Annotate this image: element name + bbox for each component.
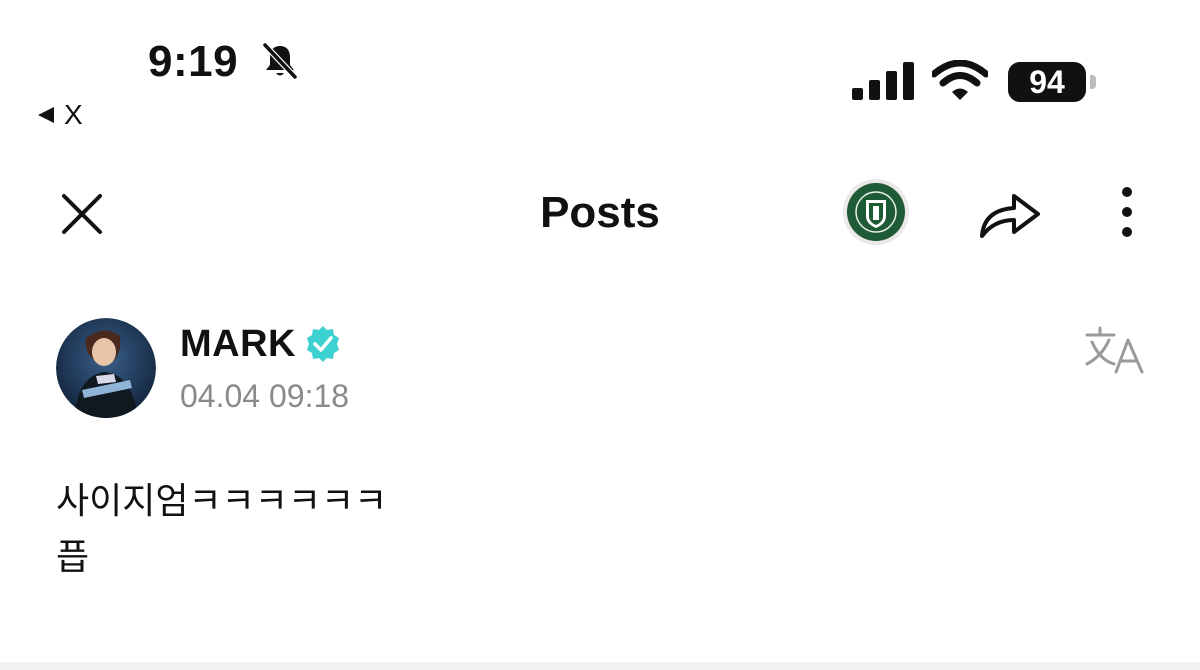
status-time: 9:19: [148, 37, 239, 86]
battery-indicator: 94: [1008, 62, 1096, 102]
translate-icon[interactable]: [1084, 326, 1146, 376]
back-triangle-icon: [38, 107, 54, 123]
back-to-app-button[interactable]: X: [38, 100, 83, 130]
share-icon[interactable]: [976, 184, 1044, 242]
author-name[interactable]: MARK: [180, 322, 296, 366]
back-app-label: X: [64, 99, 83, 130]
bell-slash-icon: [262, 42, 298, 80]
verified-badge-icon: [306, 326, 339, 362]
avatar[interactable]: [56, 318, 156, 418]
post-timestamp: 04.04 09:18: [180, 378, 350, 414]
wifi-icon: [932, 60, 988, 100]
post-body: 사이지엄ㅋㅋㅋㅋㅋㅋ 픕: [56, 474, 387, 586]
post-text-line: 픕: [56, 537, 90, 578]
bottom-divider: [0, 662, 1200, 670]
cellular-signal-icon: [852, 62, 914, 100]
author-row: MARK: [180, 322, 342, 366]
battery-tip: [1090, 75, 1096, 89]
post-text-line: 사이지엄ㅋㅋㅋㅋㅋㅋ: [56, 481, 388, 522]
battery-level: 94: [1008, 62, 1086, 102]
group-badge-icon[interactable]: [842, 178, 910, 246]
more-vertical-icon[interactable]: [1110, 184, 1144, 240]
